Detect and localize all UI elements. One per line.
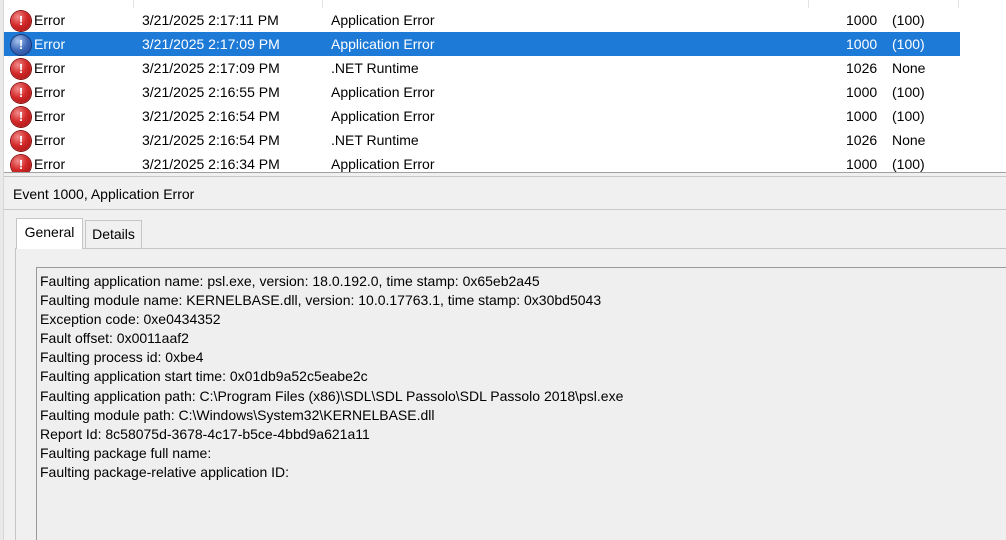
tab-general[interactable]: General — [16, 218, 83, 249]
event-row[interactable]: ! Error 3/21/2025 2:16:54 PM .NET Runtime 10… — [4, 128, 961, 152]
event-source: Application Error — [331, 36, 435, 52]
event-source: Application Error — [331, 84, 435, 100]
description-line: Faulting package full name: — [40, 444, 212, 461]
description-line: Faulting application name: psl.exe, vers… — [40, 273, 540, 289]
event-task-category: (100) — [892, 108, 925, 124]
event-date: 3/21/2025 2:16:54 PM — [142, 132, 280, 148]
description-line: Faulting package-relative application ID… — [40, 463, 290, 480]
error-icon: ! — [11, 83, 31, 103]
event-row[interactable]: ! Error 3/21/2025 2:17:11 PM Application Er… — [4, 8, 961, 32]
event-task-category: (100) — [892, 84, 925, 100]
event-source: Application Error — [331, 156, 435, 172]
event-row[interactable]: ! Error 3/21/2025 2:16:34 PM Application Er… — [4, 152, 961, 172]
description-line: Report Id: 8c58075d-3678-4c17-b5ce-4bbd9… — [40, 425, 370, 442]
event-detail-pane: Event 1000, Application Error General De… — [0, 177, 1006, 540]
error-icon: ! — [11, 11, 31, 31]
column-separator — [808, 0, 809, 8]
event-level: Error — [34, 36, 66, 52]
column-separator — [322, 0, 323, 8]
event-level: Error — [34, 108, 66, 124]
event-level: Error — [34, 12, 66, 28]
error-icon: ! — [11, 107, 31, 127]
event-task-category: (100) — [892, 156, 925, 172]
event-id: 1000 — [846, 156, 878, 172]
description-line: Faulting application start time: 0x01db9… — [40, 368, 368, 385]
event-task-category: (100) — [892, 36, 925, 52]
event-date: 3/21/2025 2:16:55 PM — [142, 84, 280, 100]
error-icon: ! — [11, 131, 31, 151]
detail-title-divider — [4, 209, 1006, 210]
event-date: 3/21/2025 2:17:09 PM — [142, 60, 280, 76]
description-line: Faulting module name: KERNELBASE.dll, ve… — [40, 292, 602, 309]
event-source: .NET Runtime — [331, 132, 419, 148]
event-level: Error — [34, 156, 66, 172]
event-source: Application Error — [331, 108, 435, 124]
event-id: 1026 — [846, 132, 878, 148]
event-id: 1000 — [846, 108, 878, 124]
event-row[interactable]: ! Error 3/21/2025 2:16:55 PM Application Er… — [4, 80, 961, 104]
event-id: 1000 — [846, 36, 878, 52]
event-level: Error — [34, 132, 66, 148]
event-level: Error — [34, 60, 66, 76]
event-list[interactable]: ! Error 3/21/2025 2:17:11 PM Application Er… — [0, 0, 1006, 172]
event-detail-title: Event 1000, Application Error — [13, 186, 195, 202]
event-date: 3/21/2025 2:16:54 PM — [142, 108, 280, 124]
tab-details[interactable]: Details — [85, 220, 142, 248]
description-line: Faulting process id: 0xbe4 — [40, 349, 204, 366]
event-task-category: (100) — [892, 12, 925, 28]
event-row-selected[interactable]: ! Error 3/21/2025 2:17:09 PM Application Er… — [4, 32, 961, 56]
description-line: Faulting module path: C:\Windows\System3… — [40, 406, 435, 423]
event-task-category: None — [892, 132, 926, 148]
event-id: 1000 — [846, 12, 878, 28]
event-date: 3/21/2025 2:17:09 PM — [142, 36, 280, 52]
error-icon: ! — [11, 155, 31, 172]
event-id: 1026 — [846, 60, 878, 76]
event-level: Error — [34, 84, 66, 100]
error-icon: ! — [11, 59, 31, 79]
description-line: Fault offset: 0x0011aaf2 — [40, 330, 189, 347]
info-icon: ! — [11, 35, 31, 55]
event-date: 3/21/2025 2:16:34 PM — [142, 156, 280, 172]
list-right-area — [960, 0, 1006, 172]
event-row[interactable]: ! Error 3/21/2025 2:16:54 PM Application Er… — [4, 104, 961, 128]
window-left-edge — [0, 0, 4, 540]
event-date: 3/21/2025 2:17:11 PM — [142, 12, 279, 28]
event-description-box[interactable]: Faulting application name: psl.exe, vers… — [36, 267, 1006, 540]
event-source: .NET Runtime — [331, 60, 419, 76]
column-separator — [133, 0, 134, 8]
event-id: 1000 — [846, 84, 878, 100]
event-row[interactable]: ! Error 3/21/2025 2:17:09 PM .NET Runtime 10… — [4, 56, 961, 80]
event-source: Application Error — [331, 12, 435, 28]
column-separator — [958, 0, 959, 8]
description-line: Faulting application path: C:\Program Fi… — [40, 387, 624, 404]
description-line: Exception code: 0xe0434352 — [40, 311, 221, 328]
event-task-category: None — [892, 60, 926, 76]
general-tab-panel: Faulting application name: psl.exe, vers… — [15, 248, 1006, 540]
